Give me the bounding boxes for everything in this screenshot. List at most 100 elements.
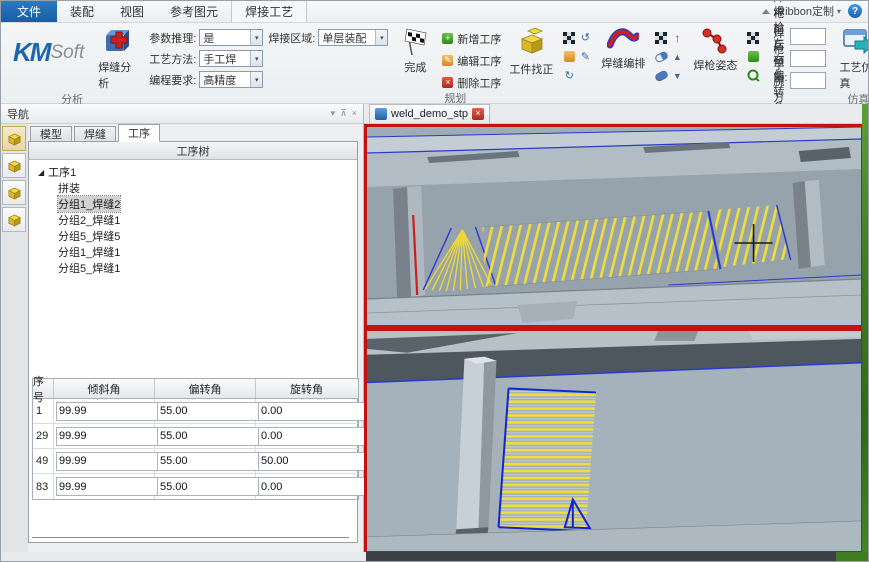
weld-hatch-right (712, 205, 788, 267)
collapse-ribbon-icon[interactable] (762, 9, 770, 14)
document-icon (375, 108, 387, 120)
document-tabbar: weld_demo_stp × (364, 104, 864, 124)
dock-icon[interactable]: ▾ (331, 108, 336, 119)
edit-process-button[interactable]: ✎ 编辑工序 (442, 51, 501, 70)
tab-process[interactable]: 工序 (118, 124, 160, 142)
strip-model-icon[interactable] (2, 126, 26, 151)
logo-soft-text: Soft (50, 42, 84, 64)
weld-analysis-button[interactable]: 焊缝分析 (95, 25, 139, 93)
pin-icon[interactable]: ⊼ (340, 108, 347, 119)
close-panel-icon[interactable]: × (352, 108, 357, 119)
delete-process-button[interactable]: × 删除工序 (442, 73, 501, 92)
tree-item[interactable]: 拼装 (31, 180, 355, 196)
close-document-icon[interactable]: × (472, 108, 484, 120)
table-row: 29 ▲▼ ▲▼ ▲▼ (33, 424, 358, 449)
gun-angle-fields: 焊枪前后倾角: 焊枪左右偏转角: 焊枪手腕方向角: (767, 23, 830, 103)
viewport-bottom[interactable] (364, 328, 864, 554)
menu-tab-reference[interactable]: 参考图元 (157, 1, 231, 22)
region-field: 焊接区域: 单层装配 (268, 25, 388, 46)
gun-wrist-angle-input[interactable] (790, 72, 826, 89)
ribbon-group-planning: 参数推理: 是 工艺方法: 手工焊 编程要求: 高 (145, 23, 765, 103)
workpiece-align-button[interactable]: 工件找正 (506, 25, 556, 79)
delete-icon: × (442, 77, 453, 88)
menu-tab-assembly[interactable]: 装配 (57, 1, 107, 22)
tree-item[interactable]: 分组2_焊缝1 (31, 212, 355, 228)
nav-tabs: 模型 焊缝 工序 (28, 124, 363, 142)
document-title: weld_demo_stp (391, 108, 468, 120)
arrow-up-icon[interactable]: ↑ (674, 31, 680, 45)
gun-left-right-angle-input[interactable] (790, 50, 826, 67)
menu-tab-view[interactable]: 视图 (107, 1, 157, 22)
swatch-icon[interactable] (748, 51, 759, 62)
chevron-down-icon (375, 30, 387, 45)
navigation-header: 导航 ▾ ⊼ × (1, 104, 363, 124)
tape-measure-icon[interactable] (747, 69, 760, 82)
flag-mini-icon[interactable] (563, 32, 575, 44)
tree-root[interactable]: ◢ 工序1 (31, 164, 355, 180)
weld-hatch-patch (499, 388, 596, 531)
flag-mini-icon[interactable] (747, 32, 759, 44)
tree-item[interactable]: 分组5_焊缝1 (31, 260, 355, 276)
weld-analysis-icon (102, 27, 132, 57)
checkered-flag-icon (402, 27, 428, 57)
bottom-green-segment (836, 552, 869, 561)
new-process-button[interactable]: + 新增工序 (442, 29, 501, 48)
seam-arrange-icon (607, 27, 639, 53)
tree-item[interactable]: 分组5_焊缝5 (31, 228, 355, 244)
table-row: 83 ▲▼ ▲▼ ▲▼ (33, 474, 358, 499)
menu-tab-weld-process[interactable]: 焊接工艺 (231, 0, 307, 22)
tree-item-selected[interactable]: 分组1_焊缝2 (31, 196, 355, 212)
document-tab[interactable]: weld_demo_stp × (369, 104, 490, 123)
stamp-icon[interactable] (564, 51, 575, 62)
kmsoft-logo: KM Soft (5, 25, 90, 68)
add-icon: + (442, 33, 453, 44)
app-window: 文件 装配 视图 参考图元 焊接工艺 Ribbon定制 ? KM Soft (0, 0, 869, 562)
angle-table: 序号 倾斜角 偏转角 旋转角 1 ▲▼ ▲▼ ▲▼ 29 (32, 378, 359, 500)
scene-top (367, 127, 861, 325)
method-select[interactable]: 手工焊 (199, 50, 263, 67)
flag-mini-icon[interactable] (655, 32, 667, 44)
chevron-up-icon[interactable]: ▲ (673, 52, 682, 62)
tab-seam[interactable]: 焊缝 (74, 126, 116, 142)
viewport-area: weld_demo_stp × (364, 104, 864, 554)
finish-button[interactable]: 完成 (393, 25, 437, 77)
chevron-down-icon[interactable]: ▼ (673, 71, 682, 81)
weld-pass-solid-icon[interactable] (654, 69, 669, 82)
param-infer-label: 参数推理: (149, 30, 196, 46)
strip-process-icon[interactable] (2, 180, 26, 205)
chevron-down-icon (250, 51, 262, 66)
tab-model[interactable]: 模型 (30, 126, 72, 142)
program-req-select[interactable]: 高精度 (199, 71, 263, 88)
simulation-icon (841, 27, 869, 57)
table-row: 49 ▲▼ ▲▼ ▲▼ (33, 449, 358, 474)
strip-library-icon[interactable] (2, 207, 26, 232)
tree-header: 工序树 (29, 142, 357, 160)
rotate-cw-icon[interactable]: ↻ (565, 69, 574, 82)
tree-expand-icon[interactable]: ◢ (38, 168, 44, 177)
gun-posture-icon (700, 27, 730, 55)
tree-item[interactable]: 分组1_焊缝1 (31, 244, 355, 260)
tool-icons-a: ↺ ✎ ↻ (561, 25, 593, 85)
bottom-dark-segment (366, 552, 836, 561)
strip-seam-icon[interactable] (2, 153, 26, 178)
process-tree: ◢ 工序1 拼装 分组1_焊缝2 分组2_焊缝1 分组5_焊缝5 分组1_焊缝1… (29, 160, 357, 280)
nav-main: 模型 焊缝 工序 工序树 ◢ 工序1 拼装 分组1_焊缝2 分组2_焊缝1 分 (28, 124, 363, 553)
gun-front-back-angle-input[interactable] (790, 28, 826, 45)
desktop-background-strip (862, 104, 868, 562)
weld-pass-icon[interactable] (654, 50, 669, 63)
weld-region-label: 焊接区域: (268, 30, 315, 46)
horizontal-scrollbar[interactable] (32, 537, 349, 538)
weld-region-select[interactable]: 单层装配 (318, 29, 388, 46)
gun-posture-button[interactable]: 焊枪姿态 (690, 25, 740, 75)
pen-icon[interactable]: ✎ (581, 50, 590, 63)
ribbon-group-simulation: 工艺仿真 仿真 (832, 23, 869, 103)
viewport-top[interactable] (364, 124, 864, 328)
planning-fields: 参数推理: 是 工艺方法: 手工焊 编程要求: 高 (149, 25, 263, 88)
menu-file-tab[interactable]: 文件 (1, 0, 57, 22)
chevron-down-icon (250, 30, 262, 45)
rotate-ccw-icon[interactable]: ↺ (581, 31, 590, 44)
process-simulation-button[interactable]: 工艺仿真 (836, 25, 869, 93)
seam-arrange-button[interactable]: 焊缝编排 (598, 25, 648, 73)
param-infer-select[interactable]: 是 (199, 29, 263, 46)
help-icon[interactable]: ? (848, 4, 862, 18)
